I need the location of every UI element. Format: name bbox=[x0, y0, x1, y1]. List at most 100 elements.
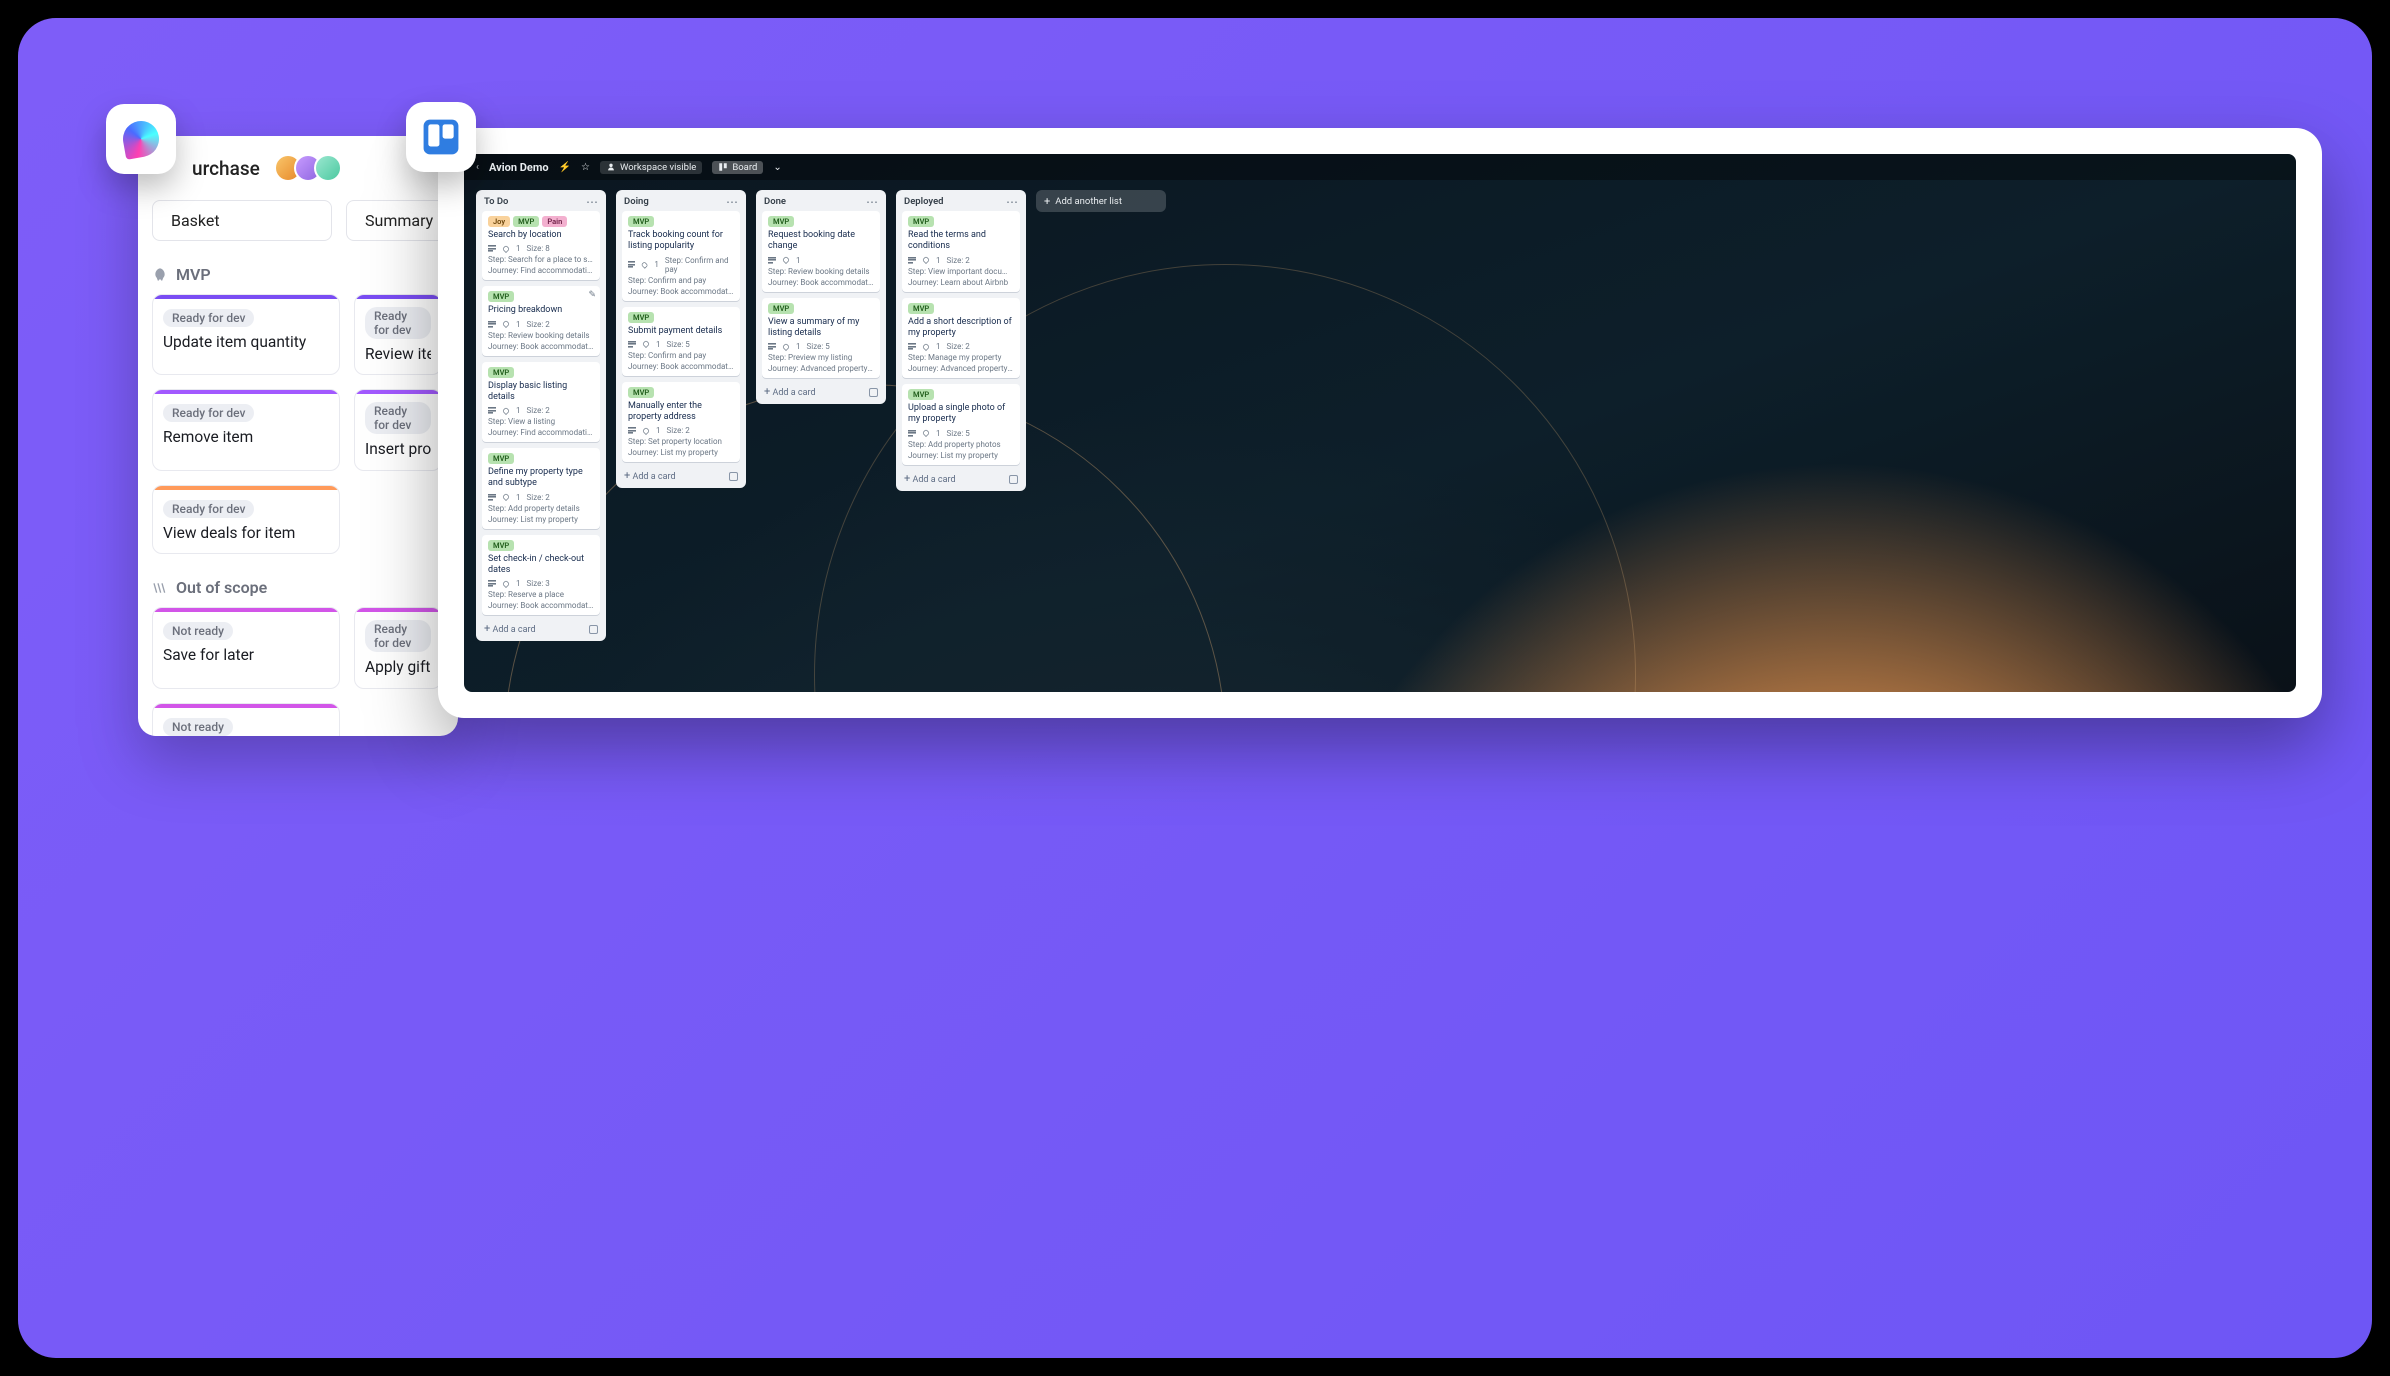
list-name[interactable]: Done bbox=[764, 196, 786, 207]
card-subtext: Journey: List my property bbox=[628, 448, 734, 457]
card-title: Request booking date change bbox=[768, 230, 874, 253]
board-list: Doing ⋯ MVPTrack booking count for listing… bbox=[616, 190, 746, 488]
board-card[interactable]: JoyMVPPainSearch by location1Size: 8Step… bbox=[482, 211, 600, 280]
list-menu-icon[interactable]: ⋯ bbox=[726, 198, 738, 206]
stripes-icon bbox=[152, 580, 168, 596]
card-label[interactable]: MVP bbox=[908, 303, 934, 314]
board-name[interactable]: Avion Demo bbox=[489, 161, 549, 174]
story-card[interactable]: Ready for dev Apply gift c bbox=[354, 607, 442, 688]
story-card[interactable]: Ready for devReview item bbox=[354, 294, 442, 375]
list-menu-icon[interactable]: ⋯ bbox=[866, 198, 878, 206]
card-subtext: Step: Confirm and pay bbox=[628, 351, 734, 360]
add-card-button[interactable]: + Add a card bbox=[622, 468, 740, 482]
template-icon[interactable] bbox=[589, 625, 598, 634]
template-icon[interactable] bbox=[729, 472, 738, 481]
board-card[interactable]: MVPTrack booking count for listing popul… bbox=[622, 211, 740, 301]
attachment-icon bbox=[922, 256, 930, 264]
status-badge: Ready for dev bbox=[163, 404, 254, 422]
card-subtext: Step: Preview my listing bbox=[768, 353, 874, 362]
add-list-button[interactable]: +Add another list bbox=[1036, 190, 1166, 212]
card-title: Remove item bbox=[163, 428, 329, 447]
card-title: Add a short description of my property bbox=[908, 317, 1014, 340]
board-card[interactable]: MVPSet check-in / check-out dates1Size: … bbox=[482, 535, 600, 616]
story-card[interactable]: Ready for devView deals for item bbox=[152, 485, 340, 554]
card-label[interactable]: MVP bbox=[628, 216, 654, 227]
board-card[interactable]: MVPSubmit payment details1Size: 5Step: C… bbox=[622, 307, 740, 376]
description-icon bbox=[768, 257, 776, 264]
tab-summary[interactable]: Summary bbox=[346, 200, 452, 241]
story-card[interactable]: Ready for devUpdate item quantity bbox=[152, 294, 340, 375]
description-icon bbox=[628, 341, 636, 348]
trello-board: ‹ Avion Demo ⚡ ☆ Workspace visible Board… bbox=[464, 154, 2296, 692]
meta-extra: Step: Confirm and pay bbox=[665, 256, 734, 274]
card-subtext: Step: Add property details bbox=[488, 504, 594, 513]
status-badge: Ready for dev bbox=[365, 620, 431, 652]
avion-panel: urchase Basket Summary MVPReady for devU… bbox=[138, 136, 458, 736]
board-card[interactable]: MVPDefine my property type and subtype1S… bbox=[482, 448, 600, 529]
board-card[interactable]: ✎MVPPricing breakdown1Size: 2Step: Revie… bbox=[482, 286, 600, 355]
card-label[interactable]: MVP bbox=[488, 291, 514, 302]
card-label[interactable]: MVP bbox=[488, 540, 514, 551]
board-card[interactable]: MVPRequest booking date change1Step: Rev… bbox=[762, 211, 880, 292]
card-label[interactable]: MVP bbox=[628, 387, 654, 398]
card-label[interactable]: MVP bbox=[488, 453, 514, 464]
card-meta: 1Size: 2 bbox=[908, 256, 1014, 265]
card-label[interactable]: MVP bbox=[513, 216, 539, 227]
card-label[interactable]: Joy bbox=[488, 216, 510, 227]
card-title: Apply gift c bbox=[365, 658, 431, 677]
card-title: Search by location bbox=[488, 230, 594, 241]
list-name[interactable]: Deployed bbox=[904, 196, 944, 207]
list-name[interactable]: To Do bbox=[484, 196, 508, 207]
avatar-stack[interactable] bbox=[274, 154, 342, 182]
story-card[interactable]: Ready for dev Remove item bbox=[152, 389, 340, 470]
story-card[interactable]: Not readyShare item bbox=[152, 703, 340, 737]
card-subtext: Journey: Find accommodation bbox=[488, 428, 594, 437]
attachment-count: 1 bbox=[656, 340, 661, 349]
people-icon bbox=[606, 162, 616, 172]
attachment-count: 1 bbox=[654, 260, 659, 269]
avatar[interactable] bbox=[314, 154, 342, 182]
board-card[interactable]: MVPRead the terms and conditions1Size: 2… bbox=[902, 211, 1020, 292]
board-card[interactable]: MVPManually enter the property address1S… bbox=[622, 382, 740, 463]
star-icon[interactable]: ☆ bbox=[581, 162, 590, 173]
size-label: Size: 2 bbox=[527, 406, 550, 415]
card-label[interactable]: MVP bbox=[768, 303, 794, 314]
chevron-left-icon[interactable]: ‹ bbox=[476, 162, 479, 173]
card-subtext: Journey: Book accommodation bbox=[488, 342, 594, 351]
list-name[interactable]: Doing bbox=[624, 196, 649, 207]
tab-basket[interactable]: Basket bbox=[152, 200, 332, 241]
list-menu-icon[interactable]: ⋯ bbox=[1006, 198, 1018, 206]
description-icon bbox=[488, 494, 496, 501]
card-meta: 1Size: 3 bbox=[488, 579, 594, 588]
template-icon[interactable] bbox=[869, 388, 878, 397]
pencil-icon[interactable]: ✎ bbox=[588, 290, 596, 300]
add-card-button[interactable]: + Add a card bbox=[762, 384, 880, 398]
description-icon bbox=[628, 261, 635, 268]
template-icon[interactable] bbox=[1009, 475, 1018, 484]
board-card[interactable]: MVP Add a short description of my propert… bbox=[902, 298, 1020, 379]
story-card[interactable]: Not readySave for later bbox=[152, 607, 340, 688]
board-card[interactable]: MVPUpload a single photo of my property1… bbox=[902, 384, 1020, 465]
card-label[interactable]: MVP bbox=[908, 216, 934, 227]
list-menu-icon[interactable]: ⋯ bbox=[586, 198, 598, 206]
card-label[interactable]: MVP bbox=[488, 367, 514, 378]
bolt-icon[interactable]: ⚡ bbox=[559, 162, 571, 173]
view-switch-button[interactable]: Board bbox=[712, 161, 763, 174]
board-list: To Do⋯JoyMVPPainSearch by location1Size:… bbox=[476, 190, 606, 641]
attachment-count: 1 bbox=[796, 342, 801, 351]
trello-app-icon bbox=[406, 102, 476, 172]
attachment-icon bbox=[642, 340, 650, 348]
add-card-button[interactable]: + Add a card bbox=[902, 471, 1020, 485]
add-card-button[interactable]: + Add a card bbox=[482, 621, 600, 635]
story-card[interactable]: Ready for devInsert prom bbox=[354, 389, 442, 470]
card-label[interactable]: Pain bbox=[542, 216, 567, 227]
card-label[interactable]: MVP bbox=[908, 389, 934, 400]
board-card[interactable]: MVPView a summary of my listing details1… bbox=[762, 298, 880, 379]
visibility-button[interactable]: Workspace visible bbox=[600, 161, 702, 174]
card-label[interactable]: MVP bbox=[768, 216, 794, 227]
board-card[interactable]: MVPDisplay basic listing details1Size: 2… bbox=[482, 362, 600, 443]
card-meta: 1Size: 8 bbox=[488, 244, 594, 253]
card-label[interactable]: MVP bbox=[628, 312, 654, 323]
attachment-icon bbox=[502, 580, 510, 588]
chevron-down-icon[interactable]: ⌄ bbox=[773, 162, 781, 173]
